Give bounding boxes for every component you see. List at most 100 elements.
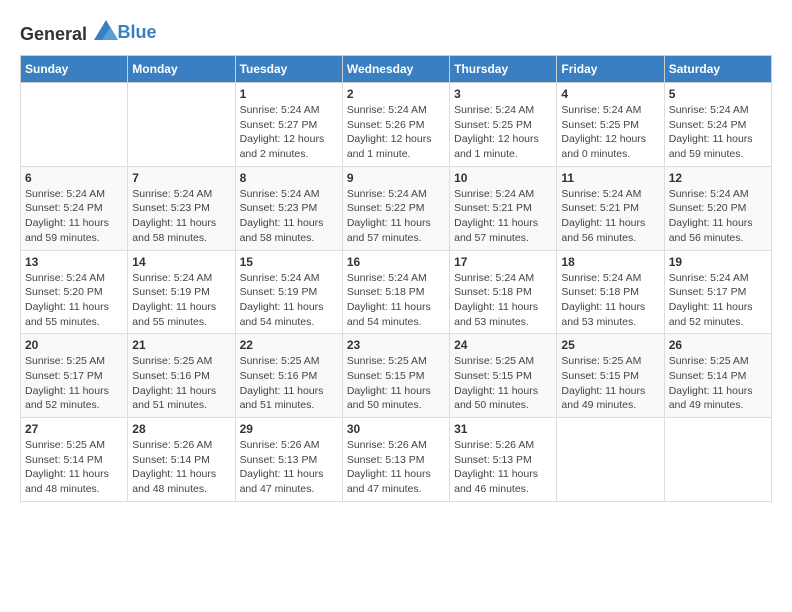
day-info: Sunrise: 5:24 AM Sunset: 5:22 PM Dayligh… xyxy=(347,187,445,246)
day-info: Sunrise: 5:25 AM Sunset: 5:14 PM Dayligh… xyxy=(669,354,767,413)
calendar-cell: 2 Sunrise: 5:24 AM Sunset: 5:26 PM Daylig… xyxy=(342,83,449,167)
calendar-cell: 20 Sunrise: 5:25 AM Sunset: 5:17 PM Dayli… xyxy=(21,334,128,418)
day-info: Sunrise: 5:25 AM Sunset: 5:14 PM Dayligh… xyxy=(25,438,123,497)
day-info: Sunrise: 5:25 AM Sunset: 5:16 PM Dayligh… xyxy=(132,354,230,413)
day-info: Sunrise: 5:24 AM Sunset: 5:20 PM Dayligh… xyxy=(25,271,123,330)
calendar-cell xyxy=(557,418,664,502)
day-number: 5 xyxy=(669,87,767,101)
calendar-cell: 23 Sunrise: 5:25 AM Sunset: 5:15 PM Dayli… xyxy=(342,334,449,418)
day-number: 12 xyxy=(669,171,767,185)
calendar-cell: 8Sunrise: 5:24 AM Sunset: 5:23 PM Daylig… xyxy=(235,166,342,250)
calendar-cell: 28 Sunrise: 5:26 AM Sunset: 5:14 PM Dayli… xyxy=(128,418,235,502)
day-number: 13 xyxy=(25,255,123,269)
day-number: 18 xyxy=(561,255,659,269)
calendar-cell: 30Sunrise: 5:26 AM Sunset: 5:13 PM Dayli… xyxy=(342,418,449,502)
logo-icon xyxy=(94,20,118,40)
day-info: Sunrise: 5:24 AM Sunset: 5:20 PM Dayligh… xyxy=(669,187,767,246)
day-info: Sunrise: 5:24 AM Sunset: 5:19 PM Dayligh… xyxy=(240,271,338,330)
calendar-cell: 14 Sunrise: 5:24 AM Sunset: 5:19 PM Dayli… xyxy=(128,250,235,334)
calendar-day-header: Tuesday xyxy=(235,56,342,83)
calendar-cell: 25 Sunrise: 5:25 AM Sunset: 5:15 PM Dayli… xyxy=(557,334,664,418)
calendar-week-row: 20 Sunrise: 5:25 AM Sunset: 5:17 PM Dayli… xyxy=(21,334,772,418)
day-number: 16 xyxy=(347,255,445,269)
day-number: 27 xyxy=(25,422,123,436)
calendar-cell: 29 Sunrise: 5:26 AM Sunset: 5:13 PM Dayli… xyxy=(235,418,342,502)
day-info: Sunrise: 5:24 AM Sunset: 5:25 PM Dayligh… xyxy=(561,103,659,162)
day-info: Sunrise: 5:24 AM Sunset: 5:23 PM Dayligh… xyxy=(240,187,338,246)
day-info: Sunrise: 5:25 AM Sunset: 5:15 PM Dayligh… xyxy=(347,354,445,413)
day-info: Sunrise: 5:24 AM Sunset: 5:27 PM Dayligh… xyxy=(240,103,338,162)
calendar-cell: 10 Sunrise: 5:24 AM Sunset: 5:21 PM Dayli… xyxy=(450,166,557,250)
calendar-cell: 31Sunrise: 5:26 AM Sunset: 5:13 PM Dayli… xyxy=(450,418,557,502)
logo-general: General xyxy=(20,24,87,44)
calendar-week-row: 27 Sunrise: 5:25 AM Sunset: 5:14 PM Dayli… xyxy=(21,418,772,502)
logo-blue: Blue xyxy=(118,22,157,42)
calendar-cell xyxy=(128,83,235,167)
day-info: Sunrise: 5:24 AM Sunset: 5:23 PM Dayligh… xyxy=(132,187,230,246)
calendar-cell: 9 Sunrise: 5:24 AM Sunset: 5:22 PM Daylig… xyxy=(342,166,449,250)
day-number: 19 xyxy=(669,255,767,269)
calendar-day-header: Saturday xyxy=(664,56,771,83)
day-info: Sunrise: 5:24 AM Sunset: 5:21 PM Dayligh… xyxy=(454,187,552,246)
day-number: 29 xyxy=(240,422,338,436)
day-info: Sunrise: 5:24 AM Sunset: 5:18 PM Dayligh… xyxy=(561,271,659,330)
day-info: Sunrise: 5:24 AM Sunset: 5:26 PM Dayligh… xyxy=(347,103,445,162)
calendar-day-header: Monday xyxy=(128,56,235,83)
calendar-cell: 5 Sunrise: 5:24 AM Sunset: 5:24 PM Daylig… xyxy=(664,83,771,167)
day-info: Sunrise: 5:24 AM Sunset: 5:25 PM Dayligh… xyxy=(454,103,552,162)
day-number: 14 xyxy=(132,255,230,269)
calendar-cell: 11 Sunrise: 5:24 AM Sunset: 5:21 PM Dayli… xyxy=(557,166,664,250)
calendar-cell: 18 Sunrise: 5:24 AM Sunset: 5:18 PM Dayli… xyxy=(557,250,664,334)
day-number: 9 xyxy=(347,171,445,185)
day-number: 2 xyxy=(347,87,445,101)
calendar-week-row: 6Sunrise: 5:24 AM Sunset: 5:24 PM Daylig… xyxy=(21,166,772,250)
calendar-cell: 12 Sunrise: 5:24 AM Sunset: 5:20 PM Dayli… xyxy=(664,166,771,250)
day-number: 20 xyxy=(25,338,123,352)
day-number: 28 xyxy=(132,422,230,436)
day-number: 21 xyxy=(132,338,230,352)
day-info: Sunrise: 5:24 AM Sunset: 5:21 PM Dayligh… xyxy=(561,187,659,246)
calendar-cell: 27 Sunrise: 5:25 AM Sunset: 5:14 PM Dayli… xyxy=(21,418,128,502)
day-number: 25 xyxy=(561,338,659,352)
day-number: 24 xyxy=(454,338,552,352)
day-info: Sunrise: 5:25 AM Sunset: 5:17 PM Dayligh… xyxy=(25,354,123,413)
calendar-cell: 7 Sunrise: 5:24 AM Sunset: 5:23 PM Daylig… xyxy=(128,166,235,250)
calendar-cell: 6Sunrise: 5:24 AM Sunset: 5:24 PM Daylig… xyxy=(21,166,128,250)
day-info: Sunrise: 5:26 AM Sunset: 5:14 PM Dayligh… xyxy=(132,438,230,497)
calendar-cell: 21 Sunrise: 5:25 AM Sunset: 5:16 PM Dayli… xyxy=(128,334,235,418)
day-number: 11 xyxy=(561,171,659,185)
day-number: 31 xyxy=(454,422,552,436)
day-info: Sunrise: 5:24 AM Sunset: 5:18 PM Dayligh… xyxy=(454,271,552,330)
calendar-cell: 15 Sunrise: 5:24 AM Sunset: 5:19 PM Dayli… xyxy=(235,250,342,334)
day-info: Sunrise: 5:24 AM Sunset: 5:24 PM Dayligh… xyxy=(669,103,767,162)
calendar-cell: 22 Sunrise: 5:25 AM Sunset: 5:16 PM Dayli… xyxy=(235,334,342,418)
calendar-header-row: SundayMondayTuesdayWednesdayThursdayFrid… xyxy=(21,56,772,83)
day-number: 15 xyxy=(240,255,338,269)
calendar-cell: 16 Sunrise: 5:24 AM Sunset: 5:18 PM Dayli… xyxy=(342,250,449,334)
calendar-day-header: Thursday xyxy=(450,56,557,83)
day-number: 22 xyxy=(240,338,338,352)
day-info: Sunrise: 5:25 AM Sunset: 5:16 PM Dayligh… xyxy=(240,354,338,413)
day-number: 1 xyxy=(240,87,338,101)
day-number: 30 xyxy=(347,422,445,436)
day-info: Sunrise: 5:24 AM Sunset: 5:19 PM Dayligh… xyxy=(132,271,230,330)
day-info: Sunrise: 5:25 AM Sunset: 5:15 PM Dayligh… xyxy=(454,354,552,413)
day-number: 7 xyxy=(132,171,230,185)
calendar-week-row: 13 Sunrise: 5:24 AM Sunset: 5:20 PM Dayli… xyxy=(21,250,772,334)
calendar-cell: 1 Sunrise: 5:24 AM Sunset: 5:27 PM Daylig… xyxy=(235,83,342,167)
day-info: Sunrise: 5:24 AM Sunset: 5:18 PM Dayligh… xyxy=(347,271,445,330)
day-number: 10 xyxy=(454,171,552,185)
calendar-cell xyxy=(664,418,771,502)
calendar-cell: 17Sunrise: 5:24 AM Sunset: 5:18 PM Dayli… xyxy=(450,250,557,334)
day-info: Sunrise: 5:25 AM Sunset: 5:15 PM Dayligh… xyxy=(561,354,659,413)
calendar-cell: 3 Sunrise: 5:24 AM Sunset: 5:25 PM Daylig… xyxy=(450,83,557,167)
day-info: Sunrise: 5:26 AM Sunset: 5:13 PM Dayligh… xyxy=(240,438,338,497)
calendar-day-header: Wednesday xyxy=(342,56,449,83)
calendar-cell: 24 Sunrise: 5:25 AM Sunset: 5:15 PM Dayli… xyxy=(450,334,557,418)
day-number: 23 xyxy=(347,338,445,352)
day-number: 3 xyxy=(454,87,552,101)
calendar-week-row: 1 Sunrise: 5:24 AM Sunset: 5:27 PM Daylig… xyxy=(21,83,772,167)
calendar-day-header: Friday xyxy=(557,56,664,83)
page-header: General Blue xyxy=(20,20,772,45)
day-number: 26 xyxy=(669,338,767,352)
